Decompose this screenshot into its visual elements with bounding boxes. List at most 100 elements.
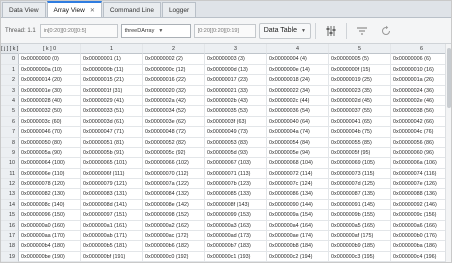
row-header[interactable]: 16 xyxy=(1,220,19,232)
table-cell[interactable]: 0x000000af (175) xyxy=(329,231,391,242)
table-cell[interactable]: 0x000000ad (173) xyxy=(205,231,267,242)
table-cell[interactable]: 0x0000004b (75) xyxy=(329,127,391,138)
table-cell[interactable]: 0x00000019 (25) xyxy=(329,75,391,86)
column-header[interactable]: 5 xyxy=(329,44,391,55)
table-cell[interactable]: 0x00000021 (33) xyxy=(205,85,267,96)
table-cell[interactable]: 0x000000b7 (183) xyxy=(205,241,267,252)
table-cell[interactable]: 0x0000007e (126) xyxy=(391,179,451,190)
table-cell[interactable]: 0x0000007d (125) xyxy=(329,179,391,190)
table-cell[interactable]: 0x000000b9 (185) xyxy=(329,241,391,252)
index-range-field[interactable]: in[0:20][0:20][0:5] xyxy=(39,23,118,38)
tab-logger[interactable]: Logger xyxy=(161,2,197,17)
table-cell[interactable]: 0x00000078 (120) xyxy=(19,179,81,190)
table-cell[interactable]: 0x00000000 (0) xyxy=(19,54,81,65)
table-cell[interactable]: 0x0000001a (26) xyxy=(391,75,451,86)
table-cell[interactable]: 0x000000ab (171) xyxy=(81,231,143,242)
table-cell[interactable]: 0x0000005c (92) xyxy=(143,147,205,159)
table-cell[interactable]: 0x000000c4 (196) xyxy=(391,252,451,262)
table-cell[interactable]: 0x000000a0 (160) xyxy=(19,220,81,232)
table-cell[interactable]: 0x0000000c (12) xyxy=(143,64,205,76)
table-cell[interactable]: 0x00000024 (36) xyxy=(391,86,451,96)
row-header[interactable]: 5 xyxy=(1,106,19,117)
array-select[interactable]: threeDArray ▼ xyxy=(120,23,191,38)
table-cell[interactable]: 0x0000005a (90) xyxy=(19,147,81,159)
table-cell[interactable]: 0x000000ba (186) xyxy=(391,241,451,252)
table-cell[interactable]: 0x0000007b (123) xyxy=(205,179,267,190)
table-cell[interactable]: 0x0000006f (111) xyxy=(81,168,143,180)
row-header[interactable]: 0 xyxy=(1,54,19,65)
table-cell[interactable]: 0x00000040 (64) xyxy=(267,116,329,128)
table-cell[interactable]: 0x000000ae (174) xyxy=(267,231,329,242)
table-cell[interactable]: 0x000000aa (170) xyxy=(19,231,81,242)
table-cell[interactable]: 0x00000005 (5) xyxy=(329,54,391,65)
table-cell[interactable]: 0x0000008e (142) xyxy=(143,199,205,211)
column-header[interactable]: 2 xyxy=(143,44,205,55)
table-cell[interactable]: 0x00000090 (144) xyxy=(267,199,329,211)
table-cell[interactable]: 0x000000c2 (194) xyxy=(267,251,329,262)
array-data-table[interactable]: [ j ] [ k ][ k ] 0 1 2 3 4 5 6 0 0x00000000 (0) 0… xyxy=(1,44,451,262)
table-cell[interactable]: 0x0000007c (124) xyxy=(267,179,329,190)
table-cell[interactable]: 0x000000c3 (195) xyxy=(329,251,391,262)
table-cell[interactable]: 0x00000037 (55) xyxy=(329,106,391,117)
view-mode-button[interactable]: Data Table ▼ xyxy=(258,22,311,39)
table-cell[interactable]: 0x00000004 (4) xyxy=(267,54,329,65)
table-cell[interactable]: 0x000000bf (191) xyxy=(81,251,143,262)
tab-command-line[interactable]: Command Line xyxy=(102,2,161,17)
table-cell[interactable]: 0x00000098 (152) xyxy=(143,210,205,221)
table-cell[interactable]: 0x00000017 (23) xyxy=(205,75,267,86)
table-cell[interactable]: 0x0000000f (15) xyxy=(329,64,391,76)
table-cell[interactable]: 0x00000065 (101) xyxy=(81,158,143,169)
table-cell[interactable]: 0x00000071 (113) xyxy=(205,168,267,180)
column-header[interactable]: 6 xyxy=(391,44,451,55)
row-header[interactable]: 3 xyxy=(1,85,19,96)
row-header[interactable]: 11 xyxy=(1,168,19,180)
table-cell[interactable]: 0x00000041 (65) xyxy=(329,116,391,128)
table-cell[interactable]: 0x00000066 (102) xyxy=(143,158,205,169)
table-cell[interactable]: 0x00000092 (146) xyxy=(391,200,451,211)
table-cell[interactable]: 0x00000069 (105) xyxy=(329,158,391,169)
filter-icon[interactable] xyxy=(353,22,371,40)
table-cell[interactable]: 0x0000005f (95) xyxy=(329,147,391,159)
table-cell[interactable]: 0x0000008d (141) xyxy=(81,199,143,211)
table-cell[interactable]: 0x0000009a (154) xyxy=(267,210,329,221)
table-cell[interactable]: 0x000000b6 (182) xyxy=(143,241,205,252)
table-cell[interactable]: 0x0000002e (46) xyxy=(391,96,451,107)
table-cell[interactable]: 0x00000091 (145) xyxy=(329,199,391,211)
table-cell[interactable]: 0x00000083 (131) xyxy=(81,189,143,200)
table-cell[interactable]: 0x000000b5 (181) xyxy=(81,241,143,252)
table-cell[interactable]: 0x0000008f (143) xyxy=(205,199,267,211)
table-cell[interactable]: 0x00000050 (80) xyxy=(19,137,81,148)
table-cell[interactable]: 0x0000002b (43) xyxy=(205,95,267,107)
table-cell[interactable]: 0x00000006 (6) xyxy=(391,54,451,65)
table-cell[interactable]: 0x00000033 (51) xyxy=(81,106,143,117)
table-cell[interactable]: 0x00000068 (104) xyxy=(267,158,329,169)
refresh-icon[interactable] xyxy=(377,22,395,40)
table-cell[interactable]: 0x00000029 (41) xyxy=(81,95,143,107)
table-cell[interactable]: 0x0000001e (30) xyxy=(19,85,81,96)
table-cell[interactable]: 0x000000a2 (162) xyxy=(143,220,205,232)
table-cell[interactable]: 0x00000047 (71) xyxy=(81,127,143,138)
table-cell[interactable]: 0x0000001f (31) xyxy=(81,85,143,96)
table-cell[interactable]: 0x00000001 (1) xyxy=(81,54,143,65)
table-cell[interactable]: 0x00000079 (121) xyxy=(81,179,143,190)
row-header[interactable]: 6 xyxy=(1,116,19,128)
table-cell[interactable]: 0x000000a1 (161) xyxy=(81,220,143,232)
table-cell[interactable]: 0x000000a6 (166) xyxy=(391,221,451,232)
table-cell[interactable]: 0x00000042 (66) xyxy=(391,117,451,128)
table-cell[interactable]: 0x0000000a (10) xyxy=(19,64,81,76)
table-cell[interactable]: 0x00000035 (53) xyxy=(205,106,267,117)
table-cell[interactable]: 0x0000000b (11) xyxy=(81,64,143,76)
table-cell[interactable]: 0x00000052 (82) xyxy=(143,137,205,148)
table-cell[interactable]: 0x00000099 (153) xyxy=(205,210,267,221)
table-cell[interactable]: 0x0000002d (45) xyxy=(329,95,391,107)
table-cell[interactable]: 0x00000010 (16) xyxy=(391,65,451,76)
row-header[interactable]: 18 xyxy=(1,241,19,252)
table-cell[interactable]: 0x00000084 (132) xyxy=(143,189,205,200)
table-cell[interactable]: 0x000000a4 (164) xyxy=(267,220,329,232)
table-cell[interactable]: 0x00000003 (3) xyxy=(205,54,267,65)
table-cell[interactable]: 0x0000002a (42) xyxy=(143,95,205,107)
table-cell[interactable]: 0x000000c0 (192) xyxy=(143,251,205,262)
table-cell[interactable]: 0x00000020 (32) xyxy=(143,85,205,96)
table-cell[interactable]: 0x0000007a (122) xyxy=(143,179,205,190)
table-cell[interactable]: 0x00000022 (34) xyxy=(267,85,329,96)
